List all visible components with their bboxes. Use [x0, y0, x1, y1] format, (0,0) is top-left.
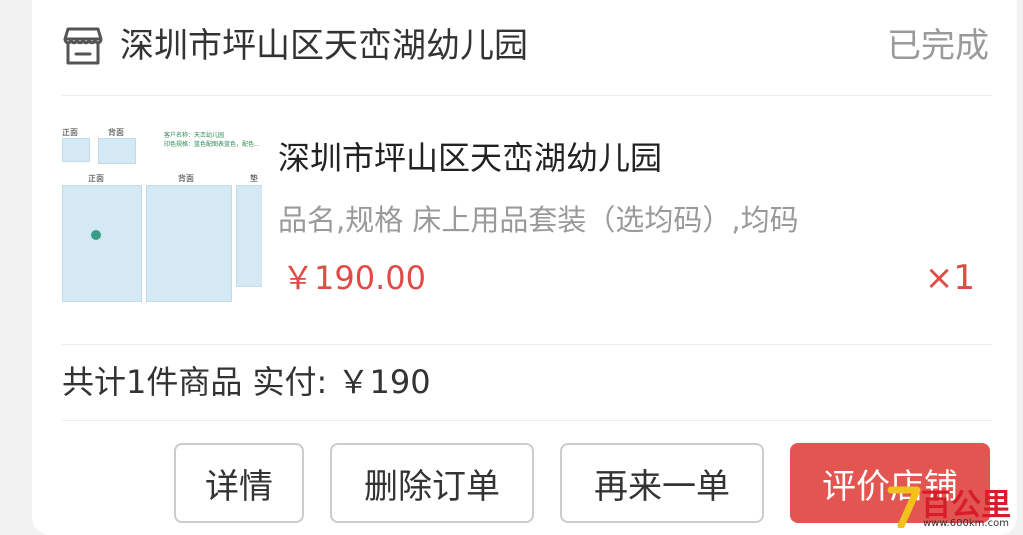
product-quantity: ×1: [924, 258, 975, 298]
thumb-label: 背面: [178, 174, 194, 183]
shop-name[interactable]: 深圳市坪山区天峦湖幼儿园: [120, 24, 528, 68]
thumb-label: 正面: [88, 174, 104, 183]
divider: [62, 95, 992, 96]
delete-order-button[interactable]: 删除订单: [330, 443, 534, 523]
order-card: 深圳市坪山区天峦湖幼儿园 已完成 正面 背面 客户名称：天峦幼儿园 印色规格：蓝…: [32, 0, 1017, 535]
order-status: 已完成: [887, 26, 989, 66]
thumb-panel: [62, 185, 142, 302]
watermark: 百公里 www.600km.com: [887, 482, 1017, 532]
reorder-button[interactable]: 再来一单: [560, 443, 764, 523]
thumb-panel: [62, 138, 90, 162]
product-thumbnail[interactable]: 正面 背面 客户名称：天峦幼儿园 印色规格：蓝色配图表蓝色，配色... 正面 背…: [62, 115, 262, 315]
thumb-info: 印色规格：蓝色配图表蓝色，配色...: [164, 141, 260, 148]
thumb-panel: [146, 185, 232, 302]
thumb-info: 客户名称：天峦幼儿园: [164, 132, 225, 139]
product-price: ￥190.00: [282, 259, 426, 297]
divider: [62, 420, 992, 421]
thumb-panel: [98, 138, 136, 164]
watermark-logo-icon: [887, 486, 921, 528]
divider: [62, 344, 992, 345]
order-summary: 共计1件商品 实付: ￥190: [62, 363, 431, 401]
thumb-panel: [236, 185, 262, 287]
shop-header[interactable]: 深圳市坪山区天峦湖幼儿园 已完成: [32, 0, 1017, 95]
product-name[interactable]: 深圳市坪山区天峦湖幼儿园: [278, 136, 662, 180]
store-icon: [63, 27, 103, 65]
thumb-label: 正面: [62, 128, 78, 137]
watermark-url: www.600km.com: [923, 518, 1009, 529]
details-button[interactable]: 详情: [174, 443, 304, 523]
logo-dot: [91, 230, 101, 240]
thumb-label: 垫: [250, 174, 258, 183]
product-spec: 品名,规格 床上用品套装（选均码）,均码: [278, 203, 799, 237]
thumb-label: 背面: [108, 128, 124, 137]
